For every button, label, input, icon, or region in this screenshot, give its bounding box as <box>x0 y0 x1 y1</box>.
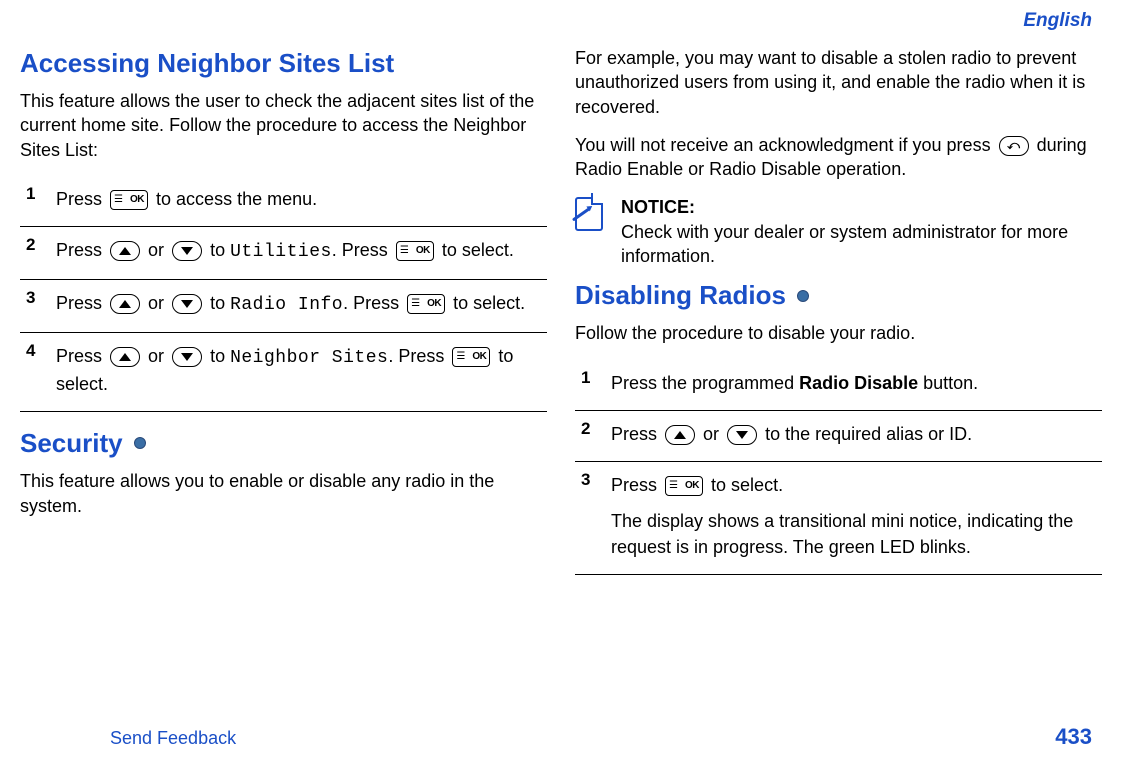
step-text: Press <box>611 424 662 444</box>
up-arrow-icon <box>665 425 695 445</box>
section-dot-icon <box>797 290 809 302</box>
down-arrow-icon <box>172 241 202 261</box>
page-footer: Send Feedback 433 <box>20 724 1102 750</box>
notice-icon-container <box>575 195 609 268</box>
ok-button-icon <box>396 241 434 261</box>
page: English Accessing Neighbor Sites List Th… <box>0 0 1132 762</box>
back-button-icon <box>999 136 1029 156</box>
up-arrow-icon <box>110 241 140 261</box>
notice-text: Check with your dealer or system adminis… <box>621 222 1068 266</box>
step-text: to the required alias or ID. <box>765 424 972 444</box>
step-4: Press or to Neighbor Sites. Press to sel… <box>20 333 547 412</box>
step-text: or <box>148 346 169 366</box>
step-text: Press <box>611 475 662 495</box>
up-arrow-icon <box>110 347 140 367</box>
step-1: Press to access the menu. <box>20 176 547 227</box>
menu-utilities: Utilities <box>230 242 332 262</box>
heading-neighbor-sites: Accessing Neighbor Sites List <box>20 48 547 79</box>
step-text: Press the programmed <box>611 373 799 393</box>
intro-disabling: Follow the procedure to disable your rad… <box>575 321 1102 345</box>
steps-disabling: Press the programmed Radio Disable butto… <box>575 360 1102 575</box>
heading-disabling-radios: Disabling Radios <box>575 280 1102 311</box>
step-text: . Press <box>388 346 449 366</box>
step-text: or <box>703 424 724 444</box>
heading-security-text: Security <box>20 428 123 458</box>
step-text: to <box>210 240 230 260</box>
steps-neighbor-sites: Press to access the menu. Press or to Ut… <box>20 176 547 412</box>
menu-radio-info: Radio Info <box>230 295 343 315</box>
step-text: . Press <box>332 240 393 260</box>
down-arrow-icon <box>172 347 202 367</box>
right-column: For example, you may want to disable a s… <box>575 40 1102 591</box>
send-feedback-link[interactable]: Send Feedback <box>110 728 236 749</box>
dstep-1: Press the programmed Radio Disable butto… <box>575 360 1102 411</box>
notice-label: NOTICE: <box>621 197 695 217</box>
notice-body: NOTICE: Check with your dealer or system… <box>621 195 1102 268</box>
step-text: or <box>148 293 169 313</box>
step-text: Press <box>56 240 107 260</box>
left-column: Accessing Neighbor Sites List This featu… <box>20 40 547 591</box>
ack-text-a: You will not receive an acknowledgment i… <box>575 135 996 155</box>
step-text: to <box>210 346 230 366</box>
step-extra-text: The display shows a transitional mini no… <box>611 508 1102 560</box>
down-arrow-icon <box>172 294 202 314</box>
heading-disabling-text: Disabling Radios <box>575 280 786 310</box>
dstep-2: Press or to the required alias or ID. <box>575 411 1102 462</box>
notice-block: NOTICE: Check with your dealer or system… <box>575 195 1102 268</box>
step-text: . Press <box>343 293 404 313</box>
intro-neighbor-sites: This feature allows the user to check th… <box>20 89 547 162</box>
ok-button-icon <box>110 190 148 210</box>
two-column-layout: Accessing Neighbor Sites List This featu… <box>20 40 1102 591</box>
ok-button-icon <box>665 476 703 496</box>
step-text: to access the menu. <box>156 189 317 209</box>
page-number: 433 <box>1055 724 1092 750</box>
down-arrow-icon <box>727 425 757 445</box>
step-3: Press or to Radio Info. Press to select. <box>20 280 547 333</box>
radio-disable-bold: Radio Disable <box>799 373 918 393</box>
language-label: English <box>20 10 1102 32</box>
step-text: to select. <box>711 475 783 495</box>
step-text: to select. <box>453 293 525 313</box>
step-text: to select. <box>442 240 514 260</box>
intro-security: This feature allows you to enable or dis… <box>20 469 547 518</box>
ack-paragraph: You will not receive an acknowledgment i… <box>575 133 1102 182</box>
menu-neighbor-sites: Neighbor Sites <box>230 348 388 368</box>
dstep-3: Press to select. The display shows a tra… <box>575 462 1102 575</box>
example-paragraph: For example, you may want to disable a s… <box>575 46 1102 119</box>
ok-button-icon <box>407 294 445 314</box>
section-dot-icon <box>134 437 146 449</box>
step-text: Press <box>56 293 107 313</box>
ok-button-icon <box>452 347 490 367</box>
step-text: to <box>210 293 230 313</box>
step-2: Press or to Utilities. Press to select. <box>20 227 547 280</box>
step-text: button. <box>918 373 978 393</box>
step-text: or <box>148 240 169 260</box>
heading-security: Security <box>20 428 547 459</box>
step-text: Press <box>56 346 107 366</box>
step-text: Press <box>56 189 107 209</box>
up-arrow-icon <box>110 294 140 314</box>
